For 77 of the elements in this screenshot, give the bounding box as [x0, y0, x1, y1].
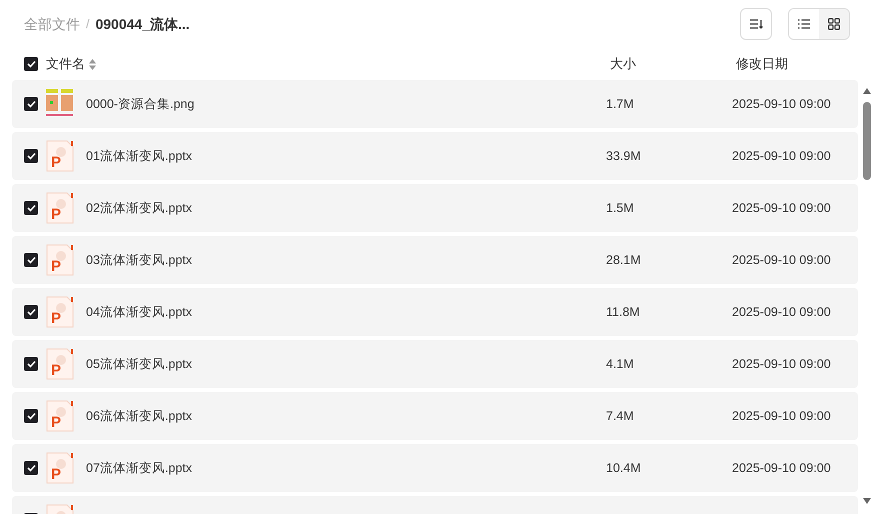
document-icon	[46, 192, 74, 224]
column-header: 修改日期	[736, 55, 788, 74]
check-icon	[26, 360, 36, 368]
document-icon	[46, 244, 74, 276]
checkbox[interactable]	[24, 357, 38, 371]
file-date: 2025-09-10 09:00	[732, 200, 831, 217]
check-icon	[26, 412, 36, 420]
file-size: 7.4M	[606, 408, 634, 423]
document-icon	[46, 348, 74, 380]
file-type-letter: P	[51, 206, 62, 223]
checkbox[interactable]	[24, 201, 38, 215]
file-row[interactable]: P 02流体渐变风.pptx 1.5M 2025-09-10 09:00	[12, 184, 858, 232]
breadcrumb-item[interactable]: 090044_流体...	[95, 14, 190, 34]
breadcrumb-separator: /	[86, 16, 90, 33]
check-icon	[26, 464, 36, 472]
sort-icon[interactable]	[89, 58, 96, 70]
sort-icon	[749, 18, 763, 30]
check-icon	[26, 256, 36, 264]
file-row[interactable]: P 03流体渐变风.pptx 28.1M 2025-09-10 09:00	[12, 236, 858, 284]
file-name: 04流体渐变风.pptx	[86, 304, 192, 319]
file-type-letter: P	[51, 362, 62, 379]
file-size: 33.9M	[606, 148, 641, 163]
checkbox[interactable]	[24, 57, 38, 71]
check-icon	[26, 60, 36, 68]
document-icon	[46, 504, 74, 514]
file-type-letter: P	[51, 466, 62, 483]
file-date: 2025-09-10 09:00	[732, 304, 831, 321]
file-date: 2025-09-10 09:00	[732, 408, 831, 425]
file-type-letter: P	[51, 310, 62, 327]
checkbox[interactable]	[24, 253, 38, 267]
list-icon	[798, 19, 810, 29]
file-name: 06流体渐变风.pptx	[86, 408, 192, 423]
checkbox[interactable]	[24, 149, 38, 163]
file-size: 1.5M	[606, 200, 634, 215]
check-icon	[26, 204, 36, 212]
file-type-letter: P	[51, 154, 62, 171]
document-icon	[46, 452, 74, 484]
check-icon	[26, 100, 36, 108]
checkbox[interactable]	[24, 305, 38, 319]
file-row[interactable]: P 06流体渐变风.pptx 7.4M 2025-09-10 09:00	[12, 392, 858, 440]
file-type-letter: P	[51, 258, 62, 275]
file-name: 03流体渐变风.pptx	[86, 252, 192, 267]
file-row[interactable]: P 05流体渐变风.pptx 4.1M 2025-09-10 09:00	[12, 340, 858, 388]
sort-button[interactable]	[740, 8, 772, 40]
document-icon	[46, 400, 74, 432]
grid-icon	[828, 18, 840, 30]
checkbox[interactable]	[24, 409, 38, 423]
file-row[interactable]: P 07流体渐变风.pptx 10.4M 2025-09-10 09:00	[12, 444, 858, 492]
checkbox[interactable]	[24, 97, 38, 111]
document-icon	[46, 296, 74, 328]
check-icon	[26, 152, 36, 160]
file-name: 05流体渐变风.pptx	[86, 356, 192, 371]
file-name: 02流体渐变风.pptx	[86, 200, 192, 215]
file-size: 28.1M	[606, 252, 641, 267]
checkbox[interactable]	[24, 461, 38, 475]
file-row[interactable]: P 01流体渐变风.pptx 33.9M 2025-09-10 09:00	[12, 132, 858, 180]
file-size: 1.7M	[606, 96, 634, 111]
file-row[interactable]: P 04流体渐变风.pptx 11.8M 2025-09-10 09:00	[12, 288, 858, 336]
file-name: 0000-资源合集.png	[86, 96, 194, 111]
file-type-letter: P	[51, 414, 62, 431]
file-date: 2025-09-10 09:00	[732, 252, 831, 269]
column-header[interactable]: 文件名	[46, 54, 85, 74]
check-icon	[26, 308, 36, 316]
file-row[interactable]: 0000-资源合集.png 1.7M 2025-09-10 09:00	[12, 80, 858, 128]
image-thumbnail	[46, 89, 74, 119]
file-size: 11.8M	[606, 304, 640, 319]
file-date: 2025-09-10 09:00	[732, 460, 831, 477]
file-name: 01流体渐变风.pptx	[86, 148, 192, 163]
document-icon	[46, 140, 74, 172]
file-date: 2025-09-10 09:00	[732, 96, 831, 113]
file-date: 2025-09-10 09:00	[732, 148, 831, 165]
column-header: 大小	[610, 55, 637, 74]
file-date: 2025-09-10 09:00	[732, 356, 831, 373]
file-size: 4.1M	[606, 356, 634, 371]
file-name: 07流体渐变风.pptx	[86, 460, 192, 475]
list-view-button[interactable]	[789, 9, 819, 39]
file-size: 10.4M	[606, 460, 641, 475]
